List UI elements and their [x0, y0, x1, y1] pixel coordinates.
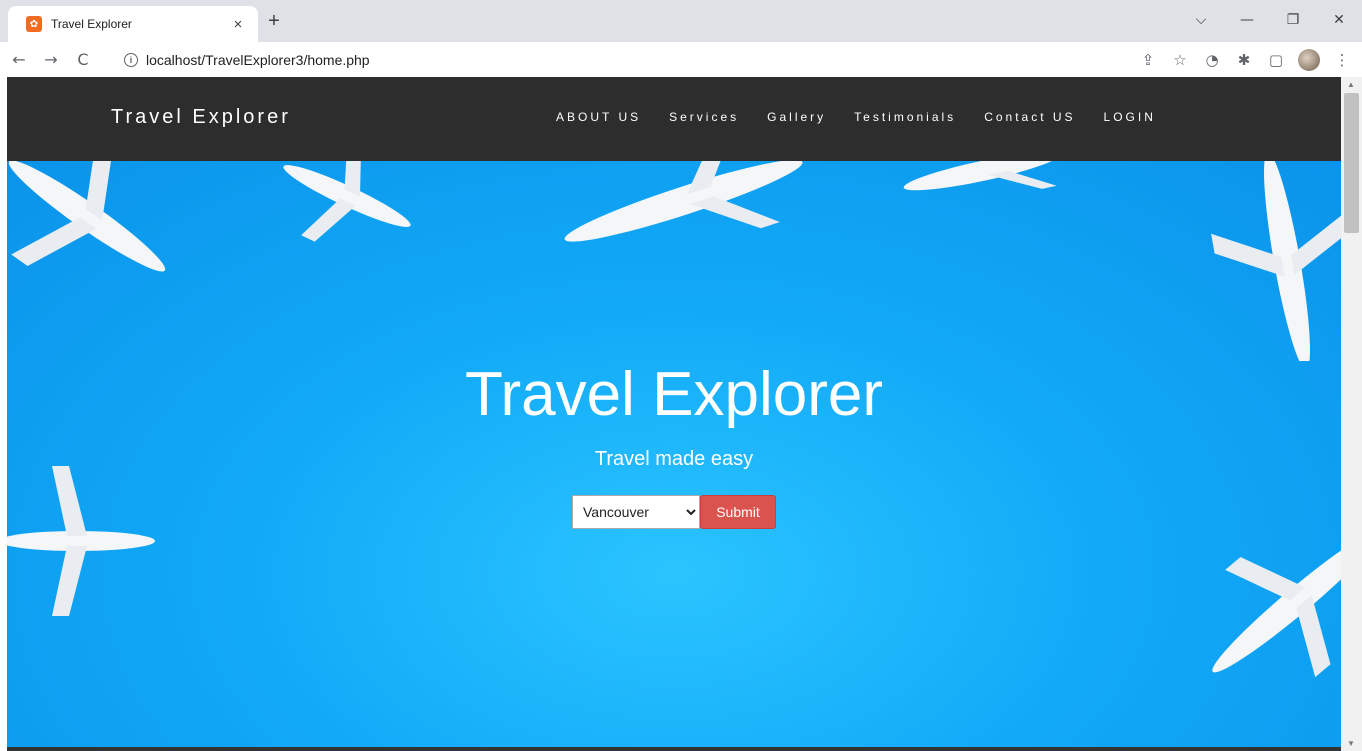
url-text[interactable]: localhost/TravelExplorer3/home.php — [146, 52, 370, 68]
nav-gallery[interactable]: Gallery — [767, 110, 826, 124]
toolbar-actions: ⇪ ☆ ◔ ✱ ▢ ⋮ — [1138, 42, 1352, 77]
restore-button[interactable]: ❐ — [1270, 12, 1316, 28]
hero-subtitle: Travel made easy — [594, 448, 754, 470]
profile-avatar[interactable] — [1298, 48, 1320, 71]
close-window-button[interactable]: ✕ — [1316, 12, 1362, 28]
airplane-illustration — [1211, 161, 1341, 361]
xampp-favicon-icon: ✿ — [26, 16, 42, 32]
site-info-icon[interactable]: i — [124, 52, 138, 67]
bookmark-star-icon[interactable]: ☆ — [1170, 51, 1190, 69]
browser-menu-icon[interactable]: ⋮ — [1332, 51, 1352, 69]
side-panel-icon[interactable]: ▢ — [1266, 51, 1286, 69]
airplane-illustration — [903, 161, 1061, 191]
minimize-button[interactable]: — — [1224, 12, 1270, 28]
extensions-icon[interactable]: ✱ — [1234, 51, 1254, 69]
airplane-illustration — [7, 466, 155, 616]
nav-login[interactable]: LOGIN — [1104, 110, 1156, 124]
window-controls: ⌵ — ❐ ✕ — [1178, 0, 1362, 40]
submit-button[interactable]: Submit — [700, 495, 776, 529]
airplane-illustration — [8, 161, 166, 272]
tab-search-icon[interactable]: ⌵ — [1178, 12, 1224, 28]
hero-section: Travel Explorer Travel made easy Vancouv… — [7, 161, 1341, 751]
site-menu: ABOUT US Services Gallery Testimonials C… — [556, 110, 1184, 124]
scroll-thumb[interactable] — [1344, 93, 1359, 233]
airplane-illustration — [564, 161, 803, 242]
reload-icon[interactable]: C — [70, 50, 96, 69]
browser-toolbar: ← → C i localhost/TravelExplorer3/home.p… — [0, 42, 1362, 77]
hero-title: Travel Explorer — [464, 360, 884, 429]
scroll-up-icon[interactable]: ▲ — [1347, 80, 1355, 89]
nav-services[interactable]: Services — [669, 110, 739, 124]
tab-close-icon[interactable]: × — [228, 16, 248, 33]
nav-testimonials[interactable]: Testimonials — [854, 110, 956, 124]
scroll-down-icon[interactable]: ▼ — [1347, 739, 1355, 748]
browser-tab[interactable]: ✿ Travel Explorer × — [8, 6, 258, 42]
city-select[interactable]: Vancouver — [572, 495, 700, 529]
site-brand[interactable]: Travel Explorer — [111, 106, 291, 129]
share-icon[interactable]: ⇪ — [1138, 51, 1158, 69]
airplane-illustration — [1212, 529, 1341, 678]
nav-about-us[interactable]: ABOUT US — [556, 110, 641, 124]
new-tab-button[interactable]: + — [262, 10, 286, 34]
page-viewport: Travel Explorer ABOUT US Services Galler… — [7, 77, 1341, 751]
forward-icon[interactable]: → — [38, 50, 64, 69]
destination-form: Vancouver Submit — [572, 495, 776, 529]
airplane-illustration — [283, 161, 411, 242]
page-scrollbar[interactable]: ▲ ▼ — [1341, 77, 1362, 751]
nav-contact-us[interactable]: Contact US — [984, 110, 1075, 124]
bottom-edge — [7, 747, 1341, 751]
site-navbar: Travel Explorer ABOUT US Services Galler… — [7, 77, 1341, 161]
address-bar[interactable]: i localhost/TravelExplorer3/home.php — [112, 45, 1190, 74]
back-icon[interactable]: ← — [6, 50, 32, 69]
tab-title: Travel Explorer — [51, 17, 132, 31]
performance-icon[interactable]: ◔ — [1202, 51, 1222, 69]
browser-tabstrip: ✿ Travel Explorer × + ⌵ — ❐ ✕ — [0, 0, 1362, 42]
